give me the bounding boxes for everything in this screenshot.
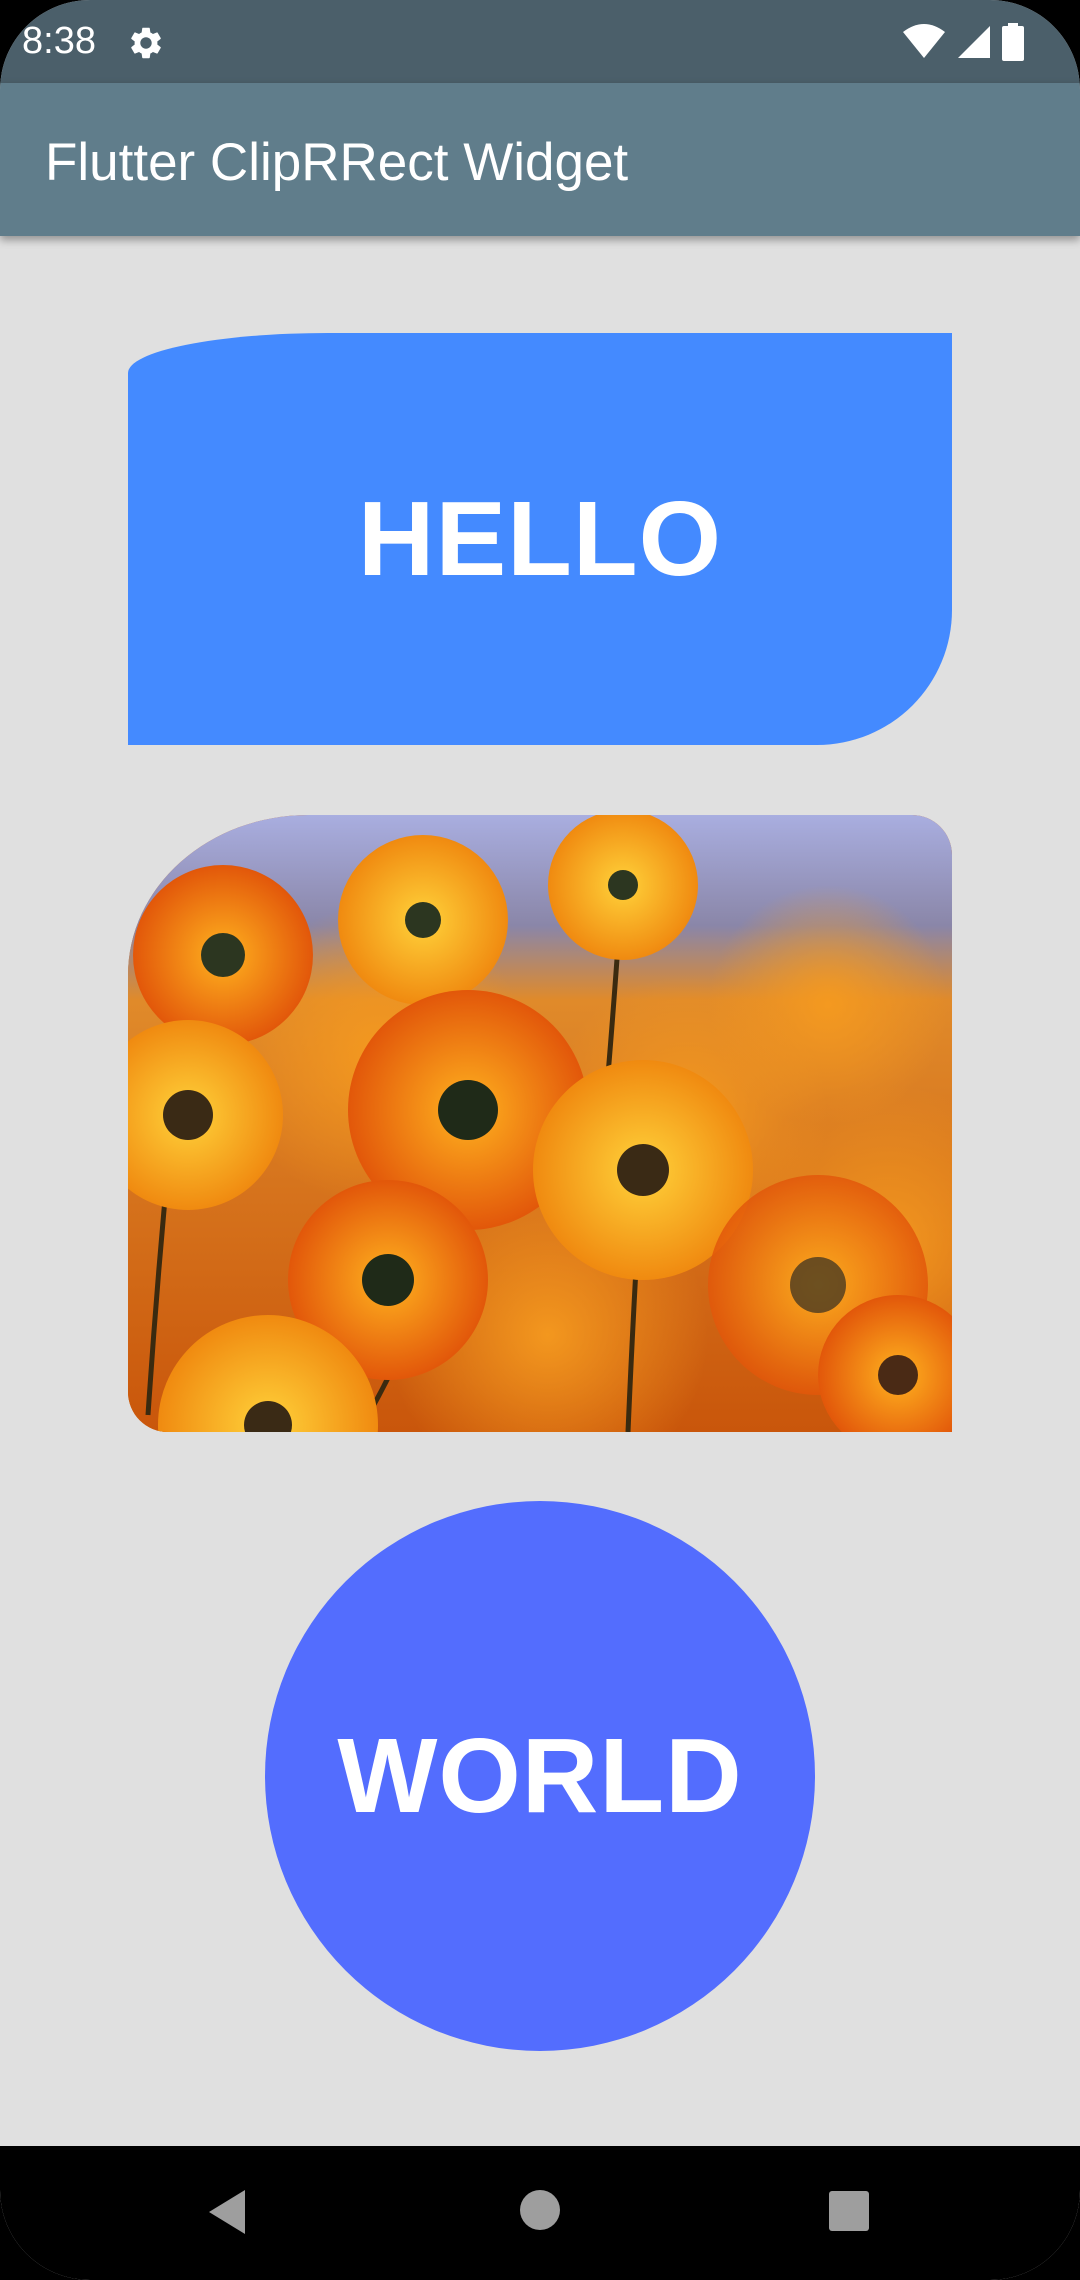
back-icon[interactable] bbox=[205, 2188, 251, 2236]
app-bar: Flutter ClipRRect Widget bbox=[0, 83, 1080, 236]
flower bbox=[133, 865, 313, 1045]
signal-icon bbox=[958, 26, 990, 58]
world-circle: WORLD bbox=[265, 1501, 815, 2051]
phone-screen: 8:38 Flutter ClipRRect Widget HELLO WORL… bbox=[0, 0, 1080, 2280]
recent-apps-icon[interactable] bbox=[828, 2190, 870, 2232]
settings-gear-icon bbox=[131, 27, 161, 59]
main-content: HELLO WORLD bbox=[0, 236, 1080, 2146]
flower-image-clip bbox=[128, 815, 952, 1432]
navigation-bar bbox=[0, 2146, 1080, 2280]
status-icons bbox=[902, 22, 1024, 62]
world-label: WORLD bbox=[337, 1716, 743, 1835]
status-bar: 8:38 bbox=[0, 0, 1080, 83]
app-bar-title: Flutter ClipRRect Widget bbox=[45, 133, 629, 192]
wifi-icon bbox=[903, 24, 945, 58]
home-icon[interactable] bbox=[518, 2188, 562, 2232]
orange-flowers-image bbox=[128, 815, 952, 1432]
battery-icon bbox=[1002, 23, 1024, 61]
status-time: 8:38 bbox=[22, 20, 96, 62]
hello-label: HELLO bbox=[357, 479, 723, 598]
hello-clipped-box: HELLO bbox=[128, 333, 952, 745]
